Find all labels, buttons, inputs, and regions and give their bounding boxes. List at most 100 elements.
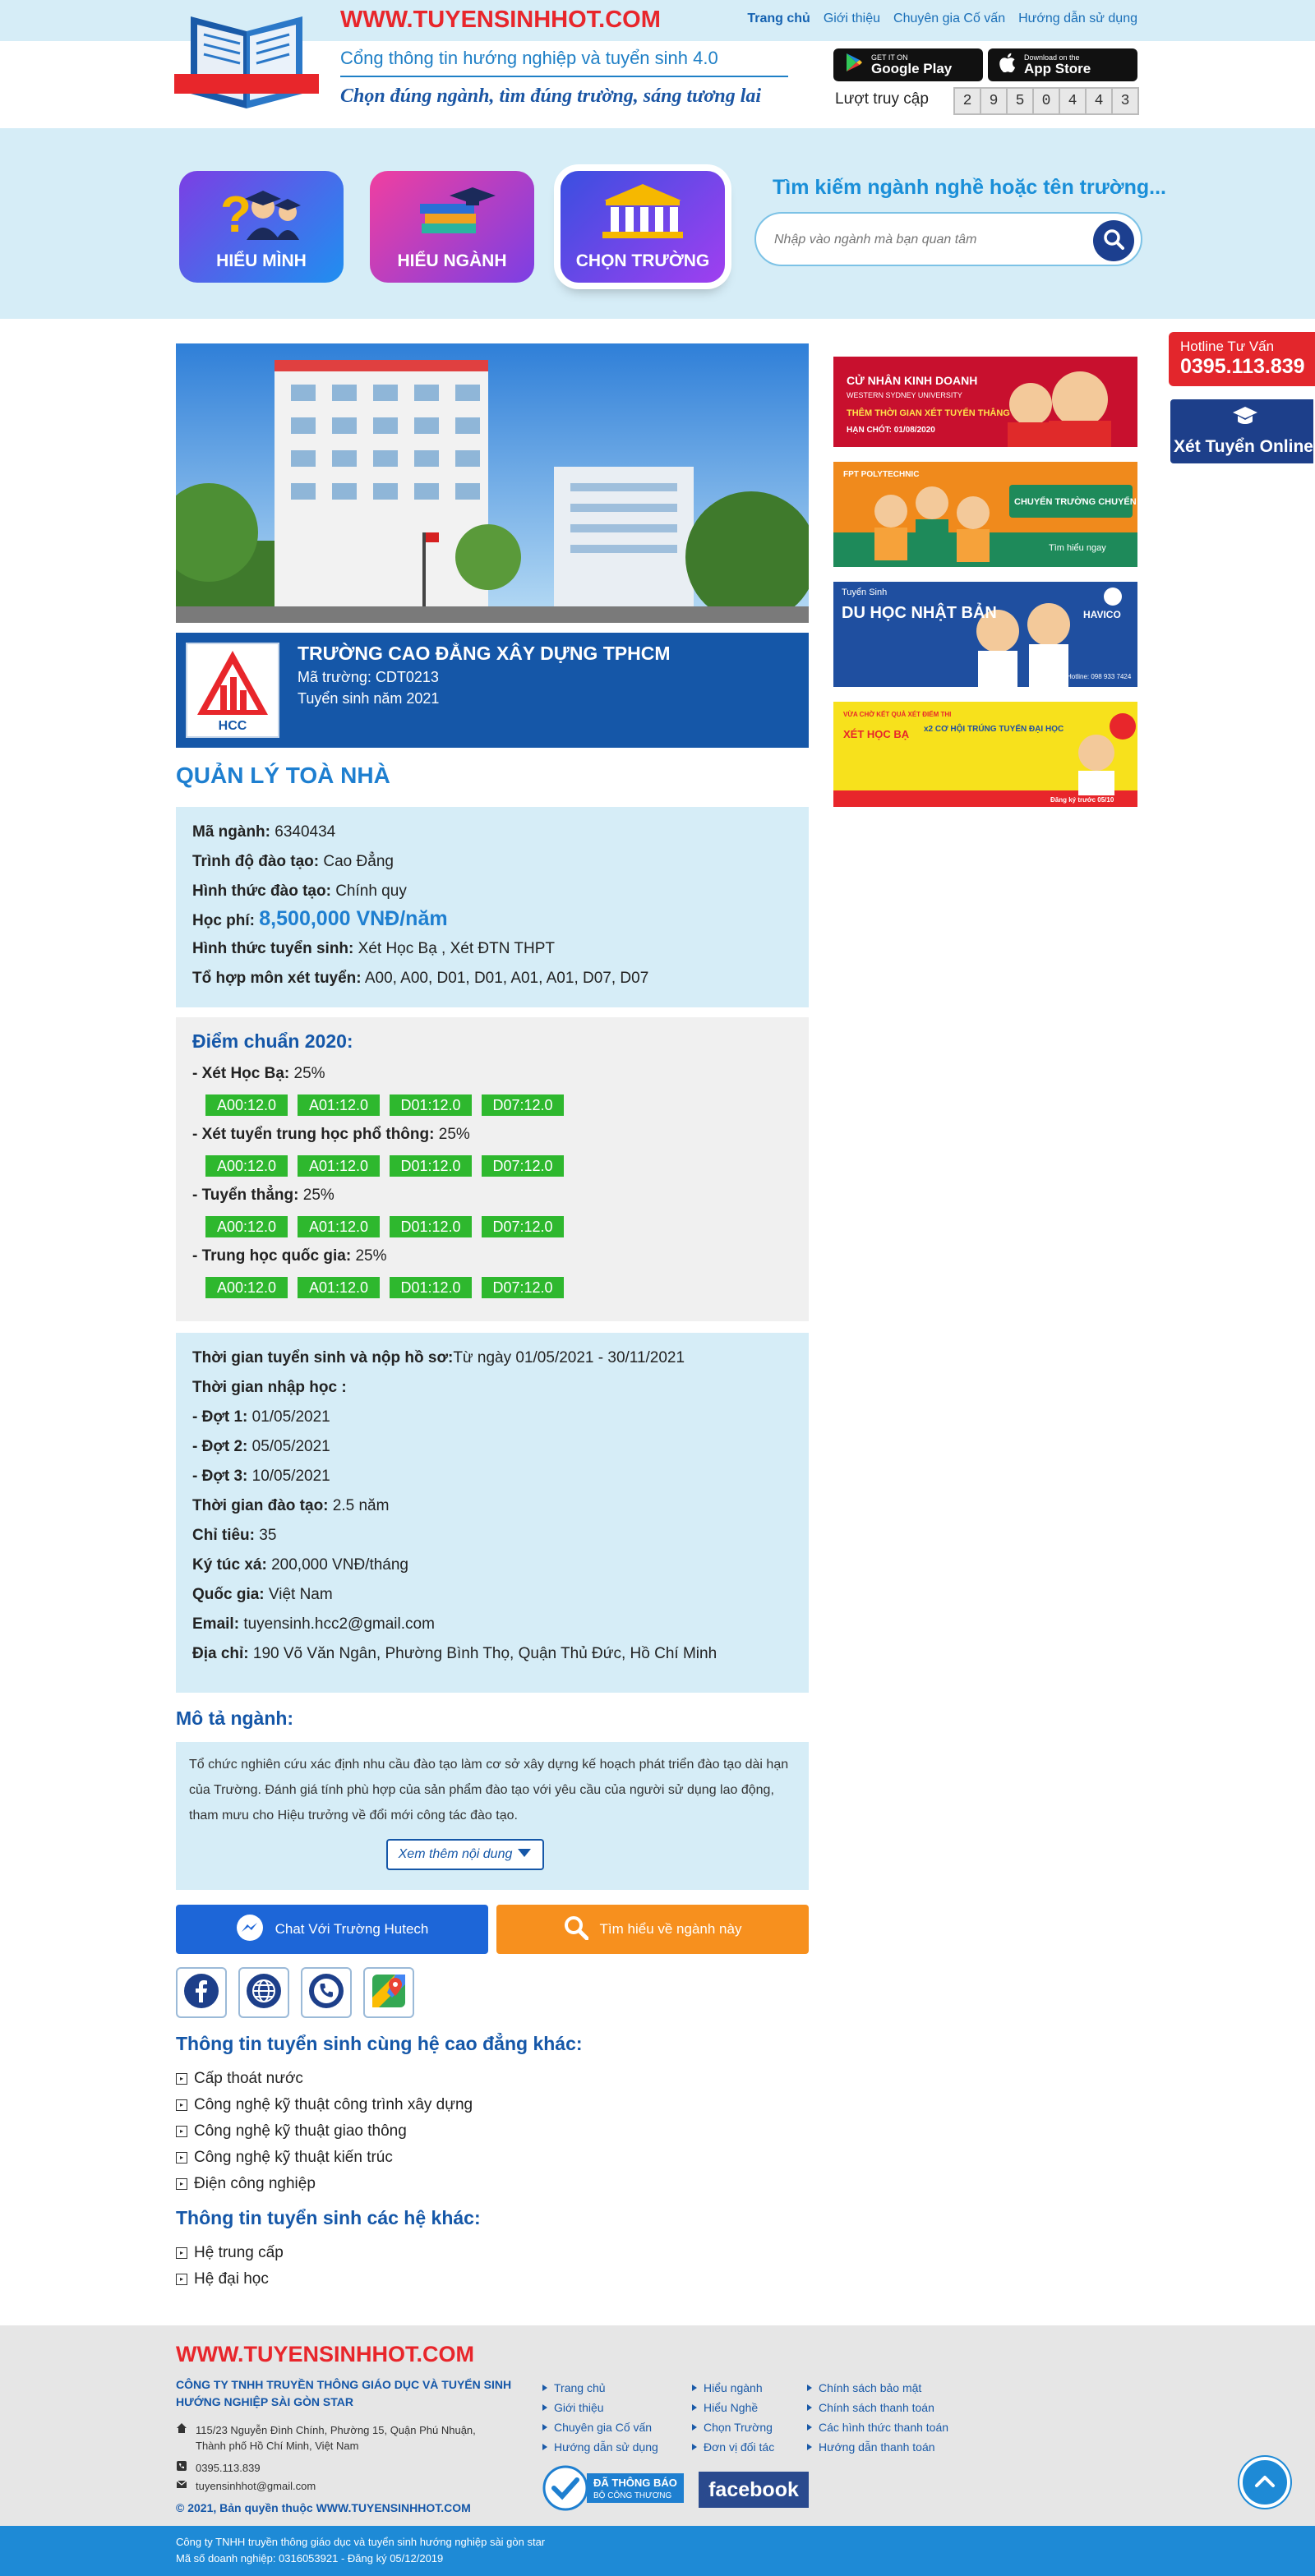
ad-extra: x2 CƠ HỘI TRÚNG TUYỂN ĐẠI HỌC [924,723,1064,734]
footer-email[interactable]: tuyensinhhot@gmail.com [196,2478,316,2494]
related-link[interactable]: ▸ Công nghệ kỹ thuật kiến trúc [176,2145,473,2171]
google-play-button[interactable]: GET IT ON Google Play [833,48,983,81]
footer-link[interactable]: Chọn Trường [692,2417,774,2437]
admission-box: Thời gian tuyển sinh và nộp hồ sơ:Từ ngà… [176,1333,809,1693]
admission-label: Địa chỉ: [192,1645,249,1662]
related-link[interactable]: ▸ Hệ đại học [176,2266,284,2293]
counter-digit: 9 [981,89,1006,113]
nav-about[interactable]: Giới thiệu [824,12,880,26]
score-chip: A00:12.0 [205,1277,288,1298]
badge-line1: ĐÃ THÔNG BÁO [593,2477,677,2489]
ad-banner-business[interactable]: CỬ NHÂN KINH DOANH WESTERN SYDNEY UNIVER… [833,342,1137,447]
facebook-page-button[interactable]: facebook [699,2472,809,2508]
admission-row: Thời gian đào tạo: 2.5 năm [192,1497,389,1515]
chevron-right-icon: ▸ [176,2073,187,2085]
google-maps-icon [371,1973,407,2013]
related-same-level-title: Thông tin tuyển sinh cùng hệ cao đẳng kh… [176,2033,583,2054]
app-store-button[interactable]: Download on the App Store [988,48,1137,81]
back-to-top-button[interactable] [1239,2457,1290,2508]
bottom-company: Công ty TNHH truyền thông giáo dục và tu… [176,2536,546,2548]
admission-value: 05/05/2021 [251,1438,330,1455]
admission-value: Từ ngày 01/05/2021 - 30/11/2021 [453,1349,685,1366]
info-label: Mã ngành: [192,823,270,841]
chat-button-label: Chat Với Trường Hutech [275,1921,429,1937]
score-chip: A01:12.0 [298,1216,380,1237]
info-row: Tổ hợp môn xét tuyển: A00, A00, D01, D01… [192,970,648,988]
site-logo[interactable] [174,10,319,117]
read-more-button[interactable]: Xem thêm nội dung [386,1839,544,1870]
footer-link[interactable]: Các hình thức thanh toán [807,2417,948,2437]
related-link[interactable]: ▸ Công nghệ kỹ thuật công trình xây dựng [176,2092,473,2118]
home-icon [176,2422,187,2438]
counter-digit: 5 [1008,89,1032,113]
search-title: Tìm kiếm ngành nghề hoặc tên trường... [773,176,1166,199]
call-button[interactable] [301,1967,352,2018]
related-link[interactable]: ▸ Hệ trung cấp [176,2240,284,2266]
footer-link[interactable]: Đơn vị đối tác [692,2437,774,2457]
score-chip: D07:12.0 [482,1155,564,1177]
visits-label: Lượt truy cập [835,90,929,108]
hotline-widget[interactable]: Hotline Tư Vấn 0395.113.839 [1169,332,1315,386]
footer-link[interactable]: Hướng dẫn thanh toán [807,2437,948,2457]
score-chip: A00:12.0 [205,1094,288,1116]
related-link[interactable]: ▸ Điện công nghiệp [176,2171,473,2197]
related-link[interactable]: ▸ Cấp thoát nước [176,2066,473,2092]
ad-headline: XÉT HỌC BẠ [843,728,910,740]
admission-label: Thời gian đào tạo: [192,1497,329,1514]
footer-link[interactable]: Chuyên gia Cố vấn [542,2417,658,2437]
footer-phone[interactable]: 0395.113.839 [196,2460,261,2476]
footer-link[interactable]: Chính sách bảo mật [807,2378,948,2398]
ad-banner-hocba[interactable]: VỪA CHỜ KẾT QUẢ XÉT ĐIỂM THI XÉT HỌC BẠ … [833,702,1137,807]
admission-email[interactable]: tuyensinh.hcc2@gmail.com [243,1615,435,1633]
tagline-divider [340,76,788,77]
tile-hieu-minh[interactable]: ? HIỂU MÌNH [179,171,344,283]
chevron-right-icon: ▸ [176,2126,187,2137]
facebook-share-button[interactable] [176,1967,227,2018]
footer-link[interactable]: Hướng dẫn sử dụng [542,2437,658,2457]
nav-guide[interactable]: Hướng dẫn sử dụng [1018,12,1137,26]
admission-label: Thời gian nhập học : [192,1379,347,1396]
globe-icon [246,1973,282,2013]
bottom-registration: Mã số doanh nghiệp: 0316053921 - Đăng ký… [176,2552,444,2564]
nav-experts[interactable]: Chuyên gia Cố vấn [893,12,1005,26]
explore-major-button[interactable]: Tìm hiểu về ngành này [496,1905,809,1954]
ad-banner-fpt[interactable]: FPT POLYTECHNIC CHUYỂN TRƯỜNG CHUYỂN HỌC… [833,462,1137,567]
ad-banner-japan[interactable]: Tuyển Sinh DU HỌC NHẬT BẢN HAVICO Hotlin… [833,582,1137,687]
admission-label: Chỉ tiêu: [192,1527,255,1544]
ad-sub: WESTERN SYDNEY UNIVERSITY [847,391,962,399]
score-chip: A00:12.0 [205,1216,288,1237]
footer-links-col3: Chính sách bảo mật Chính sách thanh toán… [807,2378,948,2457]
footer-site-url[interactable]: WWW.TUYENSINHHOT.COM [176,2342,474,2367]
ministry-registered-badge[interactable]: ĐÃ THÔNG BÁO BỘ CÔNG THƯƠNG [542,2465,685,2511]
info-label: Trình độ đào tạo: [192,853,320,870]
related-link[interactable]: ▸ Công nghệ kỹ thuật giao thông [176,2118,473,2145]
nav-home[interactable]: Trang chủ [747,12,810,26]
footer-link[interactable]: Trang chủ [542,2378,658,2398]
admission-label: Thời gian tuyển sinh và nộp hồ sơ: [192,1349,454,1366]
search-input[interactable] [774,225,1078,255]
tile-chon-truong[interactable]: CHỌN TRƯỜNG [561,171,725,283]
site-url[interactable]: WWW.TUYENSINHHOT.COM [340,7,661,34]
description-title: Mô tả ngành: [176,1707,294,1729]
online-application-button[interactable]: Xét Tuyển Online [1169,398,1315,465]
school-name: TRƯỜNG CAO ĐẲNG XÂY DỰNG TPHCM [298,643,671,664]
website-button[interactable] [238,1967,289,2018]
school-logo: HCC [186,643,279,738]
chat-school-button[interactable]: Chat Với Trường Hutech [176,1905,488,1954]
read-more-label: Xem thêm nội dung [398,1847,513,1861]
ad-headline: DU HỌC NHẬT BẢN [842,602,997,622]
map-button[interactable] [363,1967,414,2018]
admission-value: 2.5 năm [332,1497,390,1514]
related-link-label: Công nghệ kỹ thuật kiến trúc [194,2149,393,2166]
tile-hieu-nganh[interactable]: HIỂU NGÀNH [370,171,534,283]
messenger-icon [236,1914,264,1946]
info-value: Xét Học Bạ , Xét ĐTN THPT [358,940,555,957]
score-pct: 25% [293,1065,325,1082]
footer-link[interactable]: Hiểu ngành [692,2378,774,2398]
footer-link[interactable]: Giới thiệu [542,2398,658,2417]
footer-link[interactable]: Hiểu Nghề [692,2398,774,2417]
search-button[interactable] [1093,220,1134,261]
related-other-level-list: ▸ Hệ trung cấp ▸ Hệ đại học [176,2240,284,2293]
score-chip: A01:12.0 [298,1155,380,1177]
footer-link[interactable]: Chính sách thanh toán [807,2398,948,2417]
